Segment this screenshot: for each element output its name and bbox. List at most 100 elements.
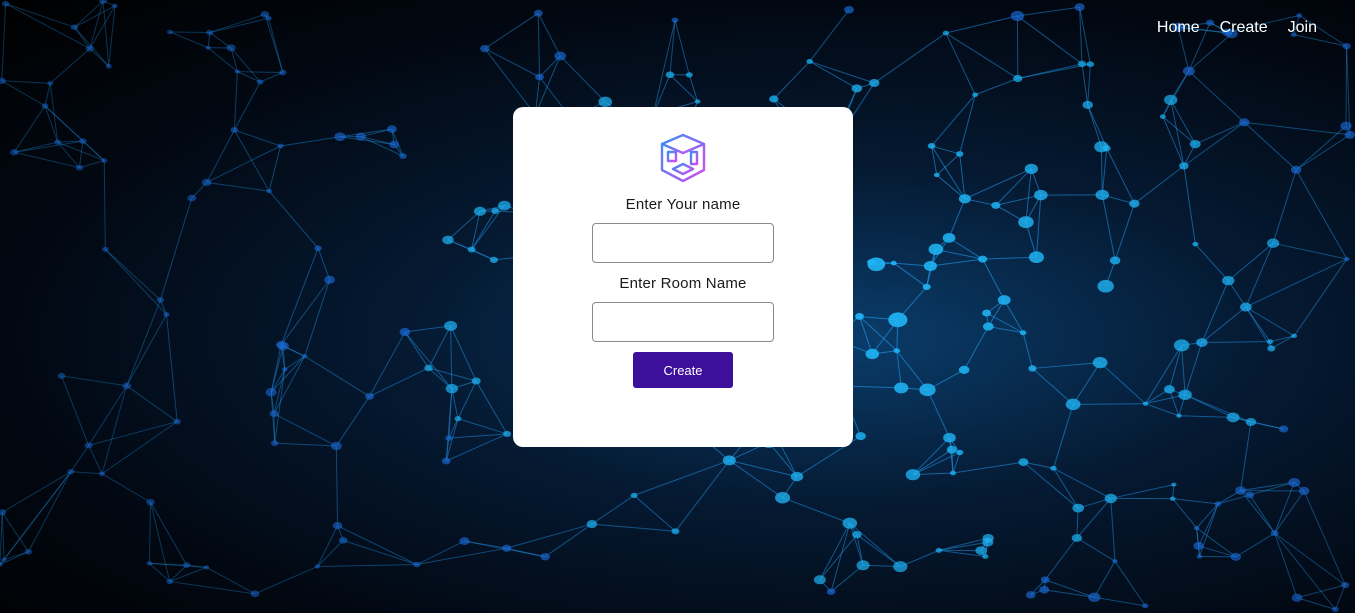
network-line: [416, 547, 507, 566]
network-line: [1243, 121, 1297, 171]
network-node: [75, 164, 84, 171]
nav-join-link[interactable]: Join: [1288, 19, 1317, 37]
network-node: [279, 69, 287, 76]
network-line: [44, 83, 51, 106]
network-line: [1172, 498, 1198, 529]
network-line: [1235, 532, 1275, 558]
network-node: [1267, 345, 1276, 352]
network-line: [1099, 362, 1146, 405]
network-node: [1266, 339, 1274, 345]
network-line: [1094, 596, 1146, 607]
nav-home-link[interactable]: Home: [1157, 19, 1200, 37]
network-line: [995, 168, 1032, 206]
network-node: [41, 103, 49, 109]
network-line: [1073, 403, 1146, 405]
network-line: [1184, 394, 1234, 418]
network-node: [942, 30, 949, 36]
network-line: [484, 48, 540, 78]
network-line: [149, 562, 171, 582]
network-node: [105, 64, 112, 69]
network-line: [237, 71, 283, 74]
network-line: [1273, 242, 1347, 260]
network-line: [126, 299, 161, 386]
network-line: [1249, 481, 1295, 496]
network-node: [982, 554, 989, 559]
network-node: [166, 578, 174, 585]
network-line: [782, 497, 850, 524]
network-node: [844, 5, 854, 14]
network-node: [972, 92, 979, 97]
network-line: [964, 168, 1032, 200]
network-line: [963, 326, 989, 371]
network-node: [1240, 302, 1252, 312]
network-node: [146, 498, 155, 506]
network-line: [335, 446, 339, 526]
network-line: [927, 389, 950, 438]
network-line: [44, 105, 105, 161]
network-node: [85, 45, 95, 52]
network-line: [675, 460, 730, 532]
network-line: [1044, 589, 1095, 598]
network-line: [1232, 416, 1284, 430]
network-node: [1288, 477, 1301, 488]
network-line: [729, 459, 798, 478]
network-line: [103, 160, 106, 250]
network-line: [3, 551, 29, 561]
network-line: [1, 3, 7, 81]
network-node: [997, 295, 1011, 305]
network-line: [3, 471, 72, 560]
nav-create-link[interactable]: Create: [1220, 19, 1268, 37]
network-node: [1342, 42, 1351, 50]
network-line: [447, 210, 481, 241]
network-line: [457, 380, 477, 419]
network-line: [1162, 116, 1185, 167]
network-node: [1189, 139, 1201, 149]
network-node: [1088, 592, 1101, 603]
network-line: [1017, 15, 1083, 65]
network-line: [1183, 165, 1196, 245]
network-line: [280, 279, 331, 346]
network-node: [554, 51, 567, 61]
name-input[interactable]: [592, 223, 774, 263]
network-node: [269, 410, 279, 418]
network-node: [671, 528, 680, 535]
network-node: [935, 547, 943, 553]
network-line: [404, 331, 453, 389]
network-line: [1110, 484, 1174, 499]
network-node: [665, 71, 675, 79]
network-node: [1235, 486, 1246, 495]
network-line: [89, 0, 104, 49]
network-line: [912, 437, 950, 476]
network-node: [855, 432, 866, 441]
create-button[interactable]: Create: [633, 352, 733, 388]
network-node: [187, 194, 197, 202]
network-line: [169, 31, 210, 34]
network-line: [335, 396, 370, 447]
network-line: [1345, 46, 1348, 126]
room-name-input[interactable]: [592, 302, 774, 342]
network-node: [1019, 330, 1027, 336]
network-line: [1, 80, 46, 107]
network-line: [317, 564, 417, 567]
network-node: [156, 297, 165, 303]
network-line: [1081, 63, 1089, 106]
network-node: [444, 320, 458, 331]
network-line: [70, 471, 103, 475]
network-line: [169, 566, 207, 582]
network-line: [768, 442, 798, 477]
network-line: [982, 258, 1005, 301]
network-line: [1295, 134, 1351, 171]
network-line: [268, 145, 282, 192]
network-node: [826, 588, 836, 596]
network-node: [99, 471, 106, 477]
network-line: [1240, 421, 1252, 491]
network-line: [280, 248, 319, 345]
network-node: [1028, 365, 1037, 372]
network-line: [0, 512, 3, 565]
network-line: [1240, 490, 1276, 534]
network-line: [830, 523, 851, 592]
network-line: [1087, 64, 1091, 105]
network-node: [10, 149, 19, 156]
network-node: [1039, 585, 1050, 594]
network-node: [459, 537, 470, 546]
